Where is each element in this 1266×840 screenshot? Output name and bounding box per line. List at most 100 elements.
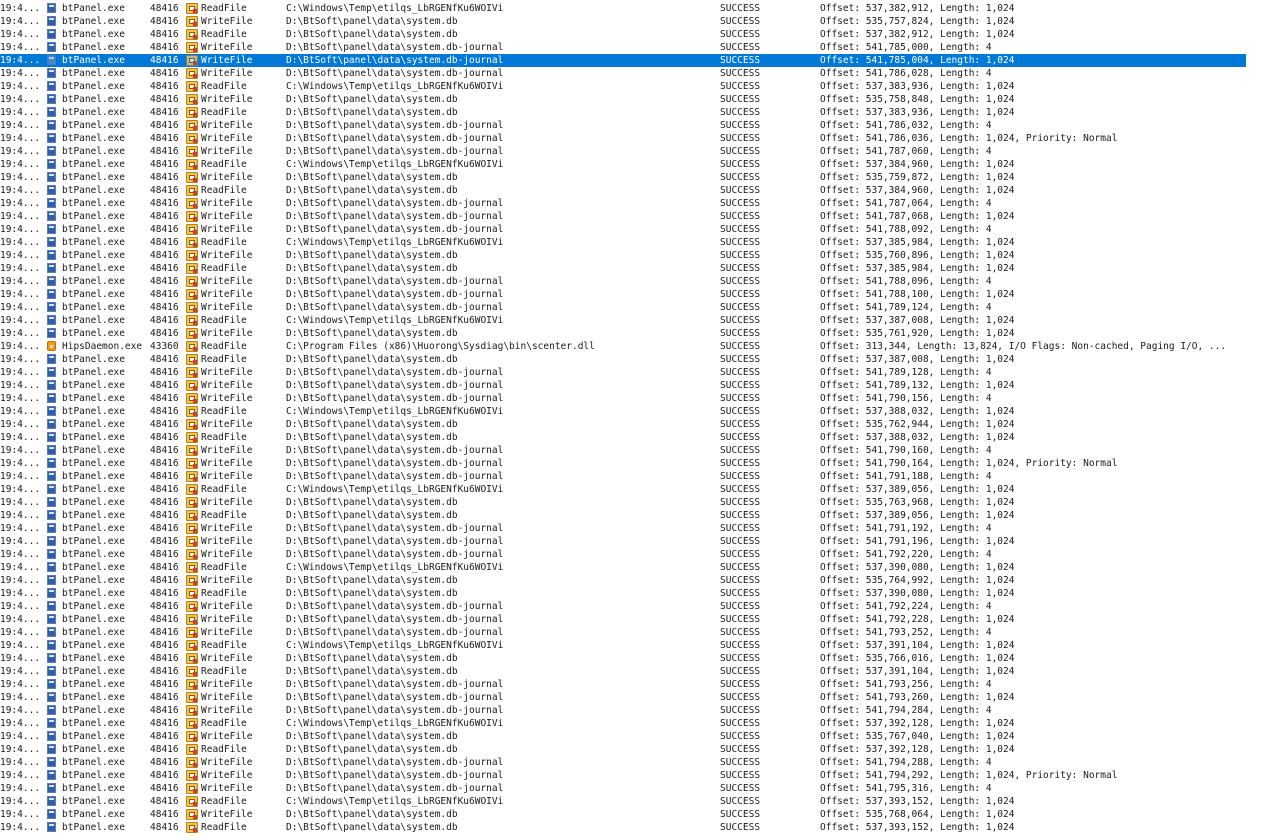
process-icon xyxy=(47,548,59,561)
event-row[interactable]: 19:4... btPanel.exe 48416 ReadFile C:\Window… xyxy=(0,483,1246,496)
event-row[interactable]: 19:4... btPanel.exe 48416 ReadFile D:\BtSoft… xyxy=(0,587,1246,600)
process-icon xyxy=(47,54,59,67)
event-row[interactable]: 19:4... btPanel.exe 48416 ReadFile D:\BtSoft… xyxy=(0,821,1246,834)
event-row[interactable]: 19:4... btPanel.exe 48416 ReadFile D:\BtSoft… xyxy=(0,509,1246,522)
event-row[interactable]: 19:4... btPanel.exe 48416 WriteFile D:\BtSof… xyxy=(0,548,1246,561)
pid-cell: 48416 xyxy=(150,237,179,248)
event-row[interactable]: 19:4... btPanel.exe 48416 WriteFile D:\BtSof… xyxy=(0,457,1246,470)
event-row[interactable]: 19:4... btPanel.exe 48416 WriteFile D:\BtSof… xyxy=(0,392,1246,405)
detail-cell: Offset: 541,786,032, Length: 4 xyxy=(820,120,992,131)
event-row[interactable]: 19:4... btPanel.exe 48416 WriteFile D:\BtSof… xyxy=(0,93,1246,106)
event-row[interactable]: 19:4... btPanel.exe 48416 WriteFile D:\BtSof… xyxy=(0,470,1246,483)
event-row[interactable]: 19:4... btPanel.exe 48416 WriteFile D:\BtSof… xyxy=(0,132,1246,145)
event-row[interactable]: 19:4... btPanel.exe 48416 WriteFile D:\BtSof… xyxy=(0,522,1246,535)
event-row[interactable]: 19:4... btPanel.exe 48416 ReadFile C:\Window… xyxy=(0,80,1246,93)
event-list[interactable]: 19:4... btPanel.exe 48416 ReadFile C:\Window… xyxy=(0,0,1266,840)
event-row[interactable]: 19:4... btPanel.exe 48416 WriteFile D:\BtSof… xyxy=(0,223,1246,236)
event-row[interactable]: 19:4... btPanel.exe 48416 WriteFile D:\BtSof… xyxy=(0,15,1246,28)
event-row[interactable]: 19:4... btPanel.exe 48416 WriteFile D:\BtSof… xyxy=(0,496,1246,509)
event-row[interactable]: 19:4... btPanel.exe 48416 WriteFile D:\BtSof… xyxy=(0,535,1246,548)
event-row[interactable]: 19:4... btPanel.exe 48416 WriteFile D:\BtSof… xyxy=(0,704,1246,717)
event-row[interactable]: 19:4... btPanel.exe 48416 WriteFile D:\BtSof… xyxy=(0,119,1246,132)
path-cell: D:\BtSoft\panel\data\system.db-journal xyxy=(286,211,504,222)
time-cell: 19:4... xyxy=(0,601,41,612)
operation-cell: WriteFile xyxy=(201,575,253,586)
event-row[interactable]: 19:4... btPanel.exe 48416 WriteFile D:\BtSof… xyxy=(0,145,1246,158)
result-cell: SUCCESS xyxy=(720,393,761,404)
event-row[interactable]: 19:4... btPanel.exe 48416 WriteFile D:\BtSof… xyxy=(0,418,1246,431)
operation-cell: WriteFile xyxy=(201,627,253,638)
process-name-cell: btPanel.exe xyxy=(62,419,125,430)
event-row[interactable]: 19:4... btPanel.exe 48416 ReadFile C:\Window… xyxy=(0,639,1246,652)
event-row[interactable]: 19:4... btPanel.exe 48416 WriteFile D:\BtSof… xyxy=(0,327,1246,340)
event-row[interactable]: 19:4... btPanel.exe 48416 ReadFile D:\BtSoft… xyxy=(0,743,1246,756)
process-icon xyxy=(47,666,56,676)
event-row[interactable]: 19:4... btPanel.exe 48416 WriteFile D:\BtSof… xyxy=(0,613,1246,626)
result-cell: SUCCESS xyxy=(720,29,761,40)
event-row[interactable]: 19:4... btPanel.exe 48416 WriteFile D:\BtSof… xyxy=(0,197,1246,210)
event-row[interactable]: 19:4... btPanel.exe 48416 WriteFile D:\BtSof… xyxy=(0,756,1246,769)
event-row[interactable]: 19:4... btPanel.exe 48416 WriteFile D:\BtSof… xyxy=(0,210,1246,223)
file-system-operation-icon xyxy=(186,406,198,417)
detail-cell: Offset: 537,391,104, Length: 1,024 xyxy=(820,666,1015,677)
event-row[interactable]: 19:4... btPanel.exe 48416 WriteFile D:\BtSof… xyxy=(0,769,1246,782)
event-row[interactable]: 19:4... btPanel.exe 48416 WriteFile D:\BtSof… xyxy=(0,691,1246,704)
pid-cell: 48416 xyxy=(150,289,179,300)
file-system-operation-icon xyxy=(186,15,200,28)
time-cell: 19:4... xyxy=(0,822,41,833)
path-cell: D:\BtSoft\panel\data\system.db xyxy=(286,250,458,261)
time-cell: 19:4... xyxy=(0,133,41,144)
detail-cell: Offset: 537,383,936, Length: 1,024 xyxy=(820,81,1015,92)
path-cell: D:\BtSoft\panel\data\system.db xyxy=(286,29,458,40)
process-icon xyxy=(47,55,56,65)
event-row[interactable]: 19:4... btPanel.exe 48416 WriteFile D:\BtSof… xyxy=(0,626,1246,639)
event-row[interactable]: 19:4... btPanel.exe 48416 WriteFile D:\BtSof… xyxy=(0,288,1246,301)
event-row[interactable]: 19:4... btPanel.exe 48416 ReadFile D:\BtSoft… xyxy=(0,262,1246,275)
process-name-cell: btPanel.exe xyxy=(62,133,125,144)
event-row[interactable]: 19:4... btPanel.exe 48416 WriteFile D:\BtSof… xyxy=(0,275,1246,288)
event-row[interactable]: 19:4... btPanel.exe 48416 ReadFile C:\Window… xyxy=(0,158,1246,171)
event-row[interactable]: 19:4... btPanel.exe 48416 WriteFile D:\BtSof… xyxy=(0,41,1246,54)
event-row[interactable]: 19:4... btPanel.exe 48416 WriteFile D:\BtSof… xyxy=(0,171,1246,184)
process-icon xyxy=(47,704,59,717)
event-row[interactable]: 19:4... btPanel.exe 48416 ReadFile D:\BtSoft… xyxy=(0,431,1246,444)
event-row[interactable]: 19:4... btPanel.exe 48416 WriteFile D:\BtSof… xyxy=(0,600,1246,613)
path-cell: D:\BtSoft\panel\data\system.db-journal xyxy=(286,458,504,469)
file-system-operation-icon xyxy=(186,666,198,677)
event-row[interactable]: 19:4... btPanel.exe 48416 WriteFile D:\BtSof… xyxy=(0,574,1246,587)
event-row[interactable]: 19:4... btPanel.exe 48416 ReadFile C:\Window… xyxy=(0,405,1246,418)
event-row[interactable]: 19:4... btPanel.exe 48416 ReadFile D:\BtSoft… xyxy=(0,353,1246,366)
event-row[interactable]: 19:4... btPanel.exe 48416 WriteFile D:\BtSof… xyxy=(0,301,1246,314)
detail-cell: Offset: 313,344, Length: 13,824, I/O Fla… xyxy=(820,341,1227,352)
event-row[interactable]: 19:4... btPanel.exe 48416 WriteFile D:\BtSof… xyxy=(0,366,1246,379)
event-row[interactable]: 19:4... btPanel.exe 48416 ReadFile D:\BtSoft… xyxy=(0,184,1246,197)
event-row[interactable]: 19:4... btPanel.exe 48416 WriteFile D:\BtSof… xyxy=(0,678,1246,691)
event-row[interactable]: 19:4... btPanel.exe 48416 WriteFile D:\BtSof… xyxy=(0,67,1246,80)
event-row[interactable]: 19:4... btPanel.exe 48416 ReadFile C:\Window… xyxy=(0,795,1246,808)
file-system-operation-icon xyxy=(186,535,200,548)
event-row-selected[interactable]: 19:4... btPanel.exe 48416 WriteFile D:\BtSof… xyxy=(0,54,1246,67)
time-cell: 19:4... xyxy=(0,588,41,599)
event-row[interactable]: 19:4... btPanel.exe 48416 WriteFile D:\BtSof… xyxy=(0,249,1246,262)
event-row[interactable]: 19:4... btPanel.exe 48416 ReadFile C:\Window… xyxy=(0,314,1246,327)
file-system-operation-icon xyxy=(186,574,200,587)
event-row[interactable]: 19:4... btPanel.exe 48416 WriteFile D:\BtSof… xyxy=(0,730,1246,743)
event-row[interactable]: 19:4... btPanel.exe 48416 WriteFile D:\BtSof… xyxy=(0,652,1246,665)
event-row[interactable]: 19:4... btPanel.exe 48416 ReadFile D:\BtSoft… xyxy=(0,665,1246,678)
event-row[interactable]: 19:4... btPanel.exe 48416 WriteFile D:\BtSof… xyxy=(0,379,1246,392)
event-row[interactable]: 19:4... btPanel.exe 48416 ReadFile D:\BtSoft… xyxy=(0,106,1246,119)
event-row[interactable]: 19:4... btPanel.exe 48416 ReadFile C:\Window… xyxy=(0,2,1246,15)
event-row[interactable]: 19:4... btPanel.exe 48416 ReadFile C:\Window… xyxy=(0,717,1246,730)
event-row[interactable]: 19:4... btPanel.exe 48416 ReadFile D:\BtSoft… xyxy=(0,28,1246,41)
event-row[interactable]: 19:4... btPanel.exe 48416 WriteFile D:\BtSof… xyxy=(0,808,1246,821)
process-icon xyxy=(47,809,56,819)
event-row[interactable]: 19:4... btPanel.exe 48416 WriteFile D:\BtSof… xyxy=(0,444,1246,457)
file-system-operation-icon xyxy=(186,314,200,327)
pid-cell: 48416 xyxy=(150,81,179,92)
event-row[interactable]: 19:4... btPanel.exe 48416 WriteFile D:\BtSof… xyxy=(0,782,1246,795)
event-row[interactable]: 19:4... btPanel.exe 48416 ReadFile C:\Window… xyxy=(0,561,1246,574)
event-row[interactable]: 19:4... HipsDaemon.exe 43360 ReadFile C:\Pro… xyxy=(0,340,1246,353)
time-cell: 19:4... xyxy=(0,679,41,690)
time-cell: 19:4... xyxy=(0,94,41,105)
event-row[interactable]: 19:4... btPanel.exe 48416 ReadFile C:\Window… xyxy=(0,236,1246,249)
